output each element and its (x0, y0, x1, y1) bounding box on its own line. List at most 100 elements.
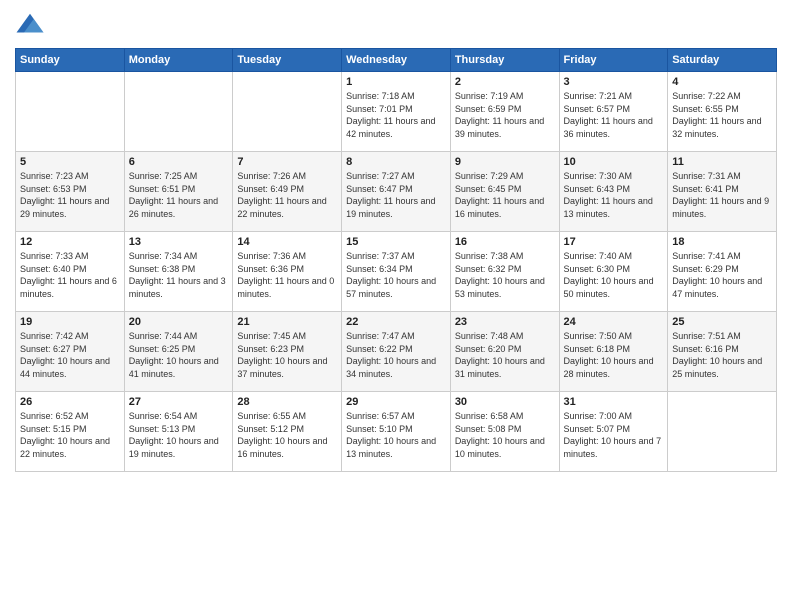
cell-content: Sunrise: 7:18 AM Sunset: 7:01 PM Dayligh… (346, 90, 446, 140)
cell-content: Sunrise: 6:57 AM Sunset: 5:10 PM Dayligh… (346, 410, 446, 460)
day-number: 1 (346, 76, 446, 88)
day-number: 14 (237, 236, 337, 248)
calendar-week-3: 19 Sunrise: 7:42 AM Sunset: 6:27 PM Dayli… (16, 312, 777, 392)
day-number: 11 (672, 156, 772, 168)
cell-content: Sunrise: 6:55 AM Sunset: 5:12 PM Dayligh… (237, 410, 337, 460)
cell-content: Sunrise: 7:19 AM Sunset: 6:59 PM Dayligh… (455, 90, 555, 140)
cell-content: Sunrise: 7:26 AM Sunset: 6:49 PM Dayligh… (237, 170, 337, 220)
calendar-cell: 13 Sunrise: 7:34 AM Sunset: 6:38 PM Dayli… (124, 232, 233, 312)
cell-content: Sunrise: 7:47 AM Sunset: 6:22 PM Dayligh… (346, 330, 446, 380)
cell-content: Sunrise: 7:30 AM Sunset: 6:43 PM Dayligh… (564, 170, 664, 220)
cell-content: Sunrise: 7:45 AM Sunset: 6:23 PM Dayligh… (237, 330, 337, 380)
calendar-cell: 31 Sunrise: 7:00 AM Sunset: 5:07 PM Dayli… (559, 392, 668, 472)
cell-content: Sunrise: 7:00 AM Sunset: 5:07 PM Dayligh… (564, 410, 664, 460)
day-number: 16 (455, 236, 555, 248)
calendar-cell (233, 72, 342, 152)
calendar-cell: 4 Sunrise: 7:22 AM Sunset: 6:55 PM Daylig… (668, 72, 777, 152)
cell-content: Sunrise: 7:42 AM Sunset: 6:27 PM Dayligh… (20, 330, 120, 380)
cell-content: Sunrise: 7:22 AM Sunset: 6:55 PM Dayligh… (672, 90, 772, 140)
calendar-cell: 23 Sunrise: 7:48 AM Sunset: 6:20 PM Dayli… (450, 312, 559, 392)
day-number: 6 (129, 156, 229, 168)
cell-content: Sunrise: 7:38 AM Sunset: 6:32 PM Dayligh… (455, 250, 555, 300)
calendar-cell: 7 Sunrise: 7:26 AM Sunset: 6:49 PM Daylig… (233, 152, 342, 232)
calendar-week-1: 5 Sunrise: 7:23 AM Sunset: 6:53 PM Daylig… (16, 152, 777, 232)
cell-content: Sunrise: 6:54 AM Sunset: 5:13 PM Dayligh… (129, 410, 229, 460)
logo (15, 10, 49, 40)
calendar-cell: 16 Sunrise: 7:38 AM Sunset: 6:32 PM Dayli… (450, 232, 559, 312)
day-number: 3 (564, 76, 664, 88)
cell-content: Sunrise: 7:21 AM Sunset: 6:57 PM Dayligh… (564, 90, 664, 140)
calendar-cell: 17 Sunrise: 7:40 AM Sunset: 6:30 PM Dayli… (559, 232, 668, 312)
day-number: 13 (129, 236, 229, 248)
day-number: 5 (20, 156, 120, 168)
weekday-header-sunday: Sunday (16, 49, 125, 72)
cell-content: Sunrise: 7:36 AM Sunset: 6:36 PM Dayligh… (237, 250, 337, 300)
cell-content: Sunrise: 7:41 AM Sunset: 6:29 PM Dayligh… (672, 250, 772, 300)
calendar-cell: 19 Sunrise: 7:42 AM Sunset: 6:27 PM Dayli… (16, 312, 125, 392)
day-number: 28 (237, 396, 337, 408)
page: SundayMondayTuesdayWednesdayThursdayFrid… (0, 0, 792, 612)
day-number: 12 (20, 236, 120, 248)
day-number: 20 (129, 316, 229, 328)
calendar-cell: 27 Sunrise: 6:54 AM Sunset: 5:13 PM Dayli… (124, 392, 233, 472)
calendar-cell: 20Sunrise: 7:44 AM Sunset: 6:25 PM Dayli… (124, 312, 233, 392)
day-number: 8 (346, 156, 446, 168)
cell-content: Sunrise: 7:51 AM Sunset: 6:16 PM Dayligh… (672, 330, 772, 380)
calendar-cell: 24 Sunrise: 7:50 AM Sunset: 6:18 PM Dayli… (559, 312, 668, 392)
day-number: 10 (564, 156, 664, 168)
cell-content: Sunrise: 7:37 AM Sunset: 6:34 PM Dayligh… (346, 250, 446, 300)
cell-content: Sunrise: 7:27 AM Sunset: 6:47 PM Dayligh… (346, 170, 446, 220)
calendar-cell: 5 Sunrise: 7:23 AM Sunset: 6:53 PM Daylig… (16, 152, 125, 232)
day-number: 22 (346, 316, 446, 328)
weekday-header-thursday: Thursday (450, 49, 559, 72)
calendar-header: SundayMondayTuesdayWednesdayThursdayFrid… (16, 49, 777, 72)
calendar-cell: 21 Sunrise: 7:45 AM Sunset: 6:23 PM Dayli… (233, 312, 342, 392)
cell-content: Sunrise: 7:25 AM Sunset: 6:51 PM Dayligh… (129, 170, 229, 220)
day-number: 7 (237, 156, 337, 168)
weekday-header-saturday: Saturday (668, 49, 777, 72)
day-number: 17 (564, 236, 664, 248)
day-number: 29 (346, 396, 446, 408)
cell-content: Sunrise: 7:23 AM Sunset: 6:53 PM Dayligh… (20, 170, 120, 220)
calendar-cell: 9 Sunrise: 7:29 AM Sunset: 6:45 PM Daylig… (450, 152, 559, 232)
day-number: 30 (455, 396, 555, 408)
cell-content: Sunrise: 7:48 AM Sunset: 6:20 PM Dayligh… (455, 330, 555, 380)
weekday-header-tuesday: Tuesday (233, 49, 342, 72)
day-number: 9 (455, 156, 555, 168)
weekday-header-monday: Monday (124, 49, 233, 72)
cell-content: Sunrise: 7:29 AM Sunset: 6:45 PM Dayligh… (455, 170, 555, 220)
calendar-cell: 15Sunrise: 7:37 AM Sunset: 6:34 PM Dayli… (342, 232, 451, 312)
calendar-cell: 8 Sunrise: 7:27 AM Sunset: 6:47 PM Daylig… (342, 152, 451, 232)
day-number: 24 (564, 316, 664, 328)
day-number: 23 (455, 316, 555, 328)
calendar-week-4: 26 Sunrise: 6:52 AM Sunset: 5:15 PM Dayli… (16, 392, 777, 472)
calendar-cell: 18 Sunrise: 7:41 AM Sunset: 6:29 PM Dayli… (668, 232, 777, 312)
cell-content: Sunrise: 7:50 AM Sunset: 6:18 PM Dayligh… (564, 330, 664, 380)
calendar-cell: 26 Sunrise: 6:52 AM Sunset: 5:15 PM Dayli… (16, 392, 125, 472)
day-number: 19 (20, 316, 120, 328)
day-number: 18 (672, 236, 772, 248)
day-number: 25 (672, 316, 772, 328)
header (15, 10, 777, 40)
cell-content: Sunrise: 6:52 AM Sunset: 5:15 PM Dayligh… (20, 410, 120, 460)
calendar-cell (124, 72, 233, 152)
calendar-cell: 10 Sunrise: 7:30 AM Sunset: 6:43 PM Dayli… (559, 152, 668, 232)
cell-content: Sunrise: 7:34 AM Sunset: 6:38 PM Dayligh… (129, 250, 229, 300)
cell-content: Sunrise: 6:58 AM Sunset: 5:08 PM Dayligh… (455, 410, 555, 460)
calendar: SundayMondayTuesdayWednesdayThursdayFrid… (15, 48, 777, 472)
calendar-cell: 22 Sunrise: 7:47 AM Sunset: 6:22 PM Dayli… (342, 312, 451, 392)
day-number: 31 (564, 396, 664, 408)
calendar-cell: 2 Sunrise: 7:19 AM Sunset: 6:59 PM Daylig… (450, 72, 559, 152)
cell-content: Sunrise: 7:40 AM Sunset: 6:30 PM Dayligh… (564, 250, 664, 300)
day-number: 2 (455, 76, 555, 88)
weekday-header-friday: Friday (559, 49, 668, 72)
day-number: 26 (20, 396, 120, 408)
calendar-week-2: 12Sunrise: 7:33 AM Sunset: 6:40 PM Dayli… (16, 232, 777, 312)
calendar-cell (16, 72, 125, 152)
day-number: 4 (672, 76, 772, 88)
day-number: 27 (129, 396, 229, 408)
calendar-cell: 25 Sunrise: 7:51 AM Sunset: 6:16 PM Dayli… (668, 312, 777, 392)
weekday-header-wednesday: Wednesday (342, 49, 451, 72)
cell-content: Sunrise: 7:31 AM Sunset: 6:41 PM Dayligh… (672, 170, 772, 220)
day-number: 21 (237, 316, 337, 328)
